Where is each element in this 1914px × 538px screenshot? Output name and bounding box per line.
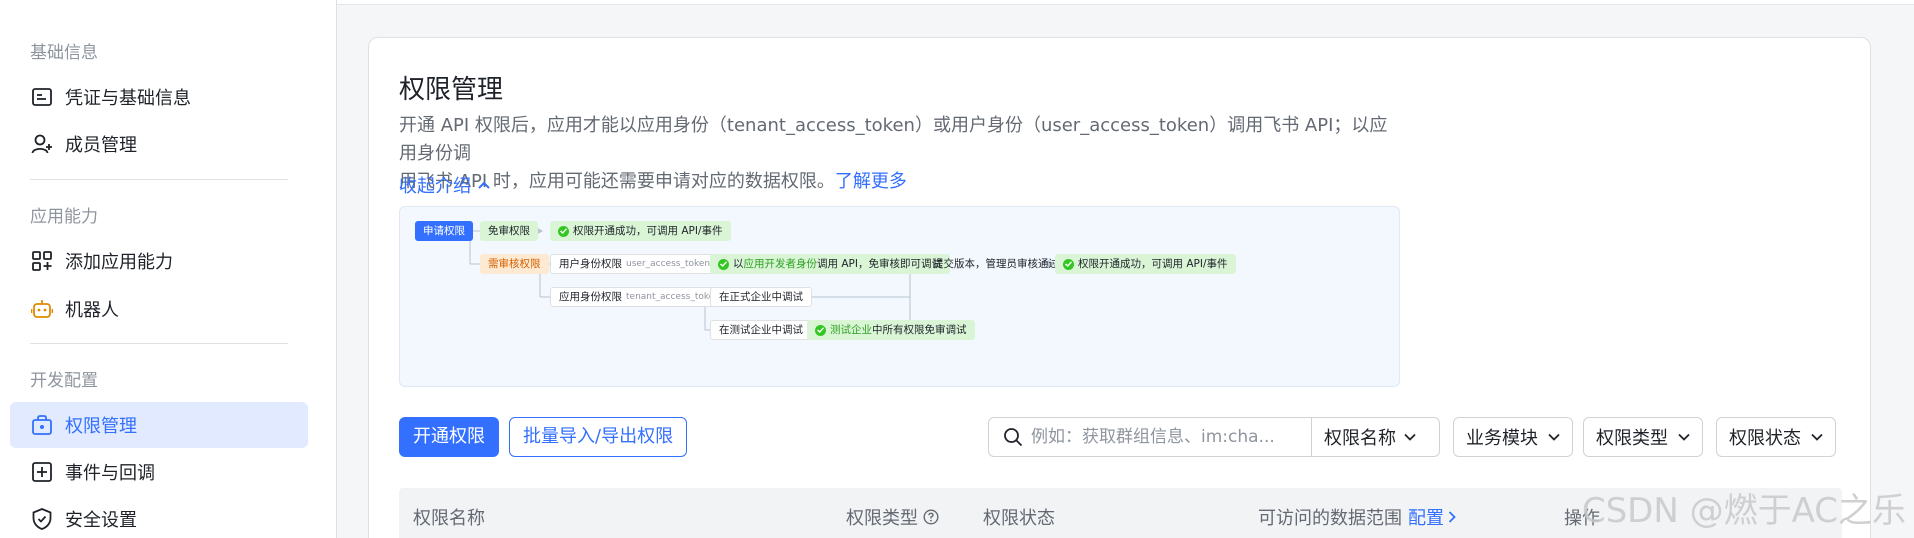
flow-test-all-permissions: 测试企业 中所有权限免审调试: [807, 320, 975, 340]
chevron-down-icon: [1548, 433, 1560, 441]
sidebar-item-label: 安全设置: [65, 510, 137, 531]
filter-label: 业务模块: [1466, 428, 1538, 449]
collapse-intro-label: 收起介绍: [399, 176, 471, 197]
flow-dev-green: 应用开发者身份: [743, 258, 818, 270]
permission-icon: [30, 413, 54, 437]
sidebar-item-label: 添加应用能力: [65, 252, 173, 273]
sidebar-item-credentials[interactable]: 凭证与基础信息: [10, 74, 308, 120]
sidebar-item-label: 权限管理: [65, 416, 137, 437]
sidebar-group-dev-config: 开发配置: [30, 371, 98, 391]
flow-test-suffix: 中所有权限免审调试: [872, 324, 967, 336]
flow-app-permission-label: 应用身份权限: [559, 291, 622, 303]
app-grid-icon: [30, 249, 54, 273]
sidebar-item-label: 成员管理: [65, 135, 137, 156]
column-permission-type: 权限类型: [846, 504, 939, 530]
sidebar-item-permissions[interactable]: 权限管理: [10, 402, 308, 448]
sidebar-item-members[interactable]: 成员管理: [10, 121, 308, 167]
chevron-down-icon: [1404, 433, 1416, 441]
chevron-down-icon: [1678, 433, 1690, 441]
configure-scope-label: 配置: [1408, 508, 1444, 529]
sidebar-item-security[interactable]: 安全设置: [10, 496, 308, 538]
flow-no-review-permission: 免审权限: [480, 221, 538, 241]
flow-success-1-label: 权限开通成功，可调用 API/事件: [573, 225, 723, 237]
search-field-select[interactable]: 权限名称: [1311, 418, 1416, 456]
credential-icon: [30, 85, 54, 109]
page-title: 权限管理: [399, 75, 504, 105]
sidebar-item-add-capability[interactable]: 添加应用能力: [10, 238, 308, 284]
watermark: CSDN @燃于AC之乐: [1581, 491, 1906, 531]
help-circle-icon[interactable]: [923, 509, 939, 525]
flow-test-green: 测试企业: [830, 324, 872, 336]
chevron-up-icon: [478, 181, 490, 189]
column-data-scope: 可访问的数据范围 配置: [1258, 504, 1456, 530]
check-circle-icon: [1063, 258, 1074, 270]
sidebar-item-label: 机器人: [65, 300, 119, 321]
sidebar: 基础信息 凭证与基础信息 成员管理 应用能力 添加应用能力 机器人 开发配置 权…: [0, 0, 337, 538]
sidebar-divider: [30, 343, 288, 344]
sidebar-item-events[interactable]: 事件与回调: [10, 449, 308, 495]
description-line-1: 开通 API 权限后，应用才能以应用身份（tenant_access_token…: [399, 115, 1388, 164]
filter-label: 权限状态: [1729, 428, 1801, 449]
configure-scope-link[interactable]: 配置: [1408, 504, 1456, 530]
flow-success-2: 权限开通成功，可调用 API/事件: [1055, 254, 1236, 274]
page-description: 开通 API 权限后，应用才能以应用身份（tenant_access_token…: [399, 112, 1399, 196]
permission-search: 权限名称: [988, 417, 1440, 457]
sidebar-group-app-capabilities: 应用能力: [30, 207, 98, 227]
column-permission-status: 权限状态: [983, 508, 1055, 529]
filter-permission-type[interactable]: 权限类型: [1583, 417, 1703, 457]
filter-label: 权限类型: [1596, 428, 1668, 449]
chevron-right-icon: [1448, 511, 1456, 523]
column-type-label: 权限类型: [846, 508, 918, 529]
search-field-label: 权限名称: [1324, 428, 1396, 449]
collapse-intro-button[interactable]: 收起介绍: [399, 172, 491, 198]
check-circle-icon: [558, 225, 569, 237]
flow-dev-identity: 以应用开发者身份 调用 API，免审核即可调试: [710, 254, 950, 274]
shield-icon: [30, 507, 54, 531]
flow-formal-enterprise: 在正式企业中调试: [710, 287, 812, 307]
flow-submit-version: 提交版本，管理员审核通过: [933, 258, 1059, 270]
permission-management-card: 权限管理 开通 API 权限后，应用才能以应用身份（tenant_access_…: [368, 37, 1871, 538]
chevron-down-icon: [1811, 433, 1823, 441]
flow-user-permission-label: 用户身份权限: [559, 258, 622, 270]
search-input[interactable]: [1031, 427, 1301, 447]
event-icon: [30, 460, 54, 484]
flow-test-enterprise: 在测试企业中调试: [710, 320, 812, 340]
enable-permission-button[interactable]: 开通权限: [399, 417, 499, 457]
sidebar-item-label: 凭证与基础信息: [65, 88, 191, 109]
flow-dev-prefix: 以: [733, 258, 744, 270]
flow-success-2-label: 权限开通成功，可调用 API/事件: [1078, 258, 1228, 270]
user-add-icon: [30, 132, 54, 156]
flow-need-review-permission: 需审核权限: [480, 254, 549, 274]
filter-business-module[interactable]: 业务模块: [1453, 417, 1573, 457]
flow-success-1: 权限开通成功，可调用 API/事件: [550, 221, 731, 241]
flow-dev-suffix: 调用 API，免审核即可调试: [817, 258, 942, 270]
check-circle-icon: [815, 324, 826, 336]
batch-import-export-button[interactable]: 批量导入/导出权限: [509, 417, 688, 457]
search-icon: [1003, 427, 1023, 447]
flow-apply-permission: 申请权限: [415, 221, 473, 241]
sidebar-item-robot[interactable]: 机器人: [10, 286, 308, 332]
permission-flow-diagram: 申请权限 免审权限 权限开通成功，可调用 API/事件 需审核权限 用户身份权限…: [399, 206, 1400, 387]
top-header-bar: [337, 0, 1914, 5]
robot-icon: [30, 297, 54, 321]
filter-permission-status[interactable]: 权限状态: [1716, 417, 1836, 457]
sidebar-item-label: 事件与回调: [65, 463, 155, 484]
column-scope-label: 可访问的数据范围: [1258, 508, 1402, 529]
sidebar-group-basic-info: 基础信息: [30, 43, 98, 63]
learn-more-link[interactable]: 了解更多: [835, 171, 907, 192]
sidebar-divider: [30, 179, 288, 180]
check-circle-icon: [718, 258, 729, 270]
column-permission-name: 权限名称: [413, 508, 485, 529]
